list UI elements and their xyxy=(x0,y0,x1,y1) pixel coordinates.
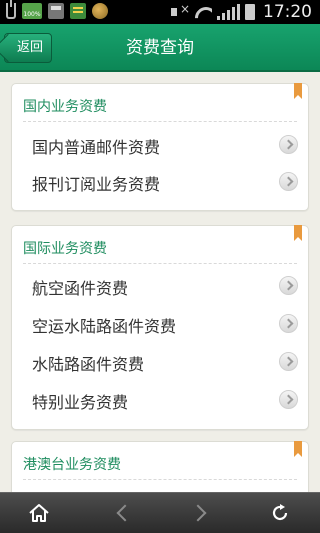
list-item[interactable]: 国内普通邮件资费 xyxy=(12,126,308,164)
usb-icon xyxy=(6,0,16,19)
bookmark-icon xyxy=(294,225,302,241)
back-nav-button[interactable] xyxy=(95,493,155,533)
list-item[interactable]: 空运水陆路函件资费 xyxy=(12,305,308,343)
list-item[interactable]: 报刊订阅业务资费 xyxy=(12,163,308,201)
battery-icon xyxy=(245,4,255,20)
wifi-icon xyxy=(194,4,212,20)
mute-icon xyxy=(171,2,190,19)
list-item-label: 特别业务资费 xyxy=(32,393,129,412)
list-item-label: 国内普通邮件资费 xyxy=(32,138,161,157)
forward-nav-button[interactable] xyxy=(170,493,230,533)
section-title: 港澳台业务资费 xyxy=(23,457,121,473)
sd-card-icon xyxy=(48,3,64,19)
refresh-icon xyxy=(272,504,288,521)
section-title: 国内业务资费 xyxy=(23,99,107,115)
forward-arrow-icon xyxy=(189,504,207,522)
back-arrow-icon xyxy=(116,504,134,522)
signal-icon xyxy=(217,4,240,20)
list-item[interactable]: 航空函件资费 xyxy=(12,267,308,305)
list-item-label: 报刊订阅业务资费 xyxy=(32,175,161,194)
battery-notification-icon: 100% xyxy=(22,3,42,19)
chevron-right-icon xyxy=(279,390,298,409)
status-bar: 100% 17:20 xyxy=(0,0,320,24)
section-title: 国际业务资费 xyxy=(23,241,107,257)
refresh-button[interactable] xyxy=(250,493,310,533)
divider xyxy=(23,121,297,122)
chevron-right-icon xyxy=(279,135,298,154)
section-international: 国际业务资费 航空函件资费 空运水陆路函件资费 水陆路函件资费 特别业务资费 xyxy=(11,225,309,430)
app-notification-icon xyxy=(70,3,86,19)
divider xyxy=(23,479,297,480)
home-button[interactable] xyxy=(10,493,70,533)
chevron-right-icon xyxy=(279,172,298,191)
clock: 17:20 xyxy=(263,2,312,22)
chevron-right-icon xyxy=(279,352,298,371)
list-item[interactable]: 水陆路函件资费 xyxy=(12,343,308,381)
bookmark-icon xyxy=(294,83,302,99)
list-item-label: 水陆路函件资费 xyxy=(32,355,145,374)
bookmark-icon xyxy=(294,441,302,457)
coin-icon xyxy=(92,3,108,19)
divider xyxy=(23,263,297,264)
chevron-right-icon xyxy=(279,314,298,333)
home-icon xyxy=(29,504,49,522)
list-item-label: 航空函件资费 xyxy=(32,279,129,298)
app-header: 返回 资费查询 xyxy=(0,24,320,72)
list-item[interactable]: 特别业务资费 xyxy=(12,381,308,419)
bottom-toolbar xyxy=(0,492,320,533)
section-domestic: 国内业务资费 国内普通邮件资费 报刊订阅业务资费 xyxy=(11,83,309,211)
page-title: 资费查询 xyxy=(126,38,194,58)
list-item-label: 空运水陆路函件资费 xyxy=(32,317,177,336)
chevron-right-icon xyxy=(279,276,298,295)
